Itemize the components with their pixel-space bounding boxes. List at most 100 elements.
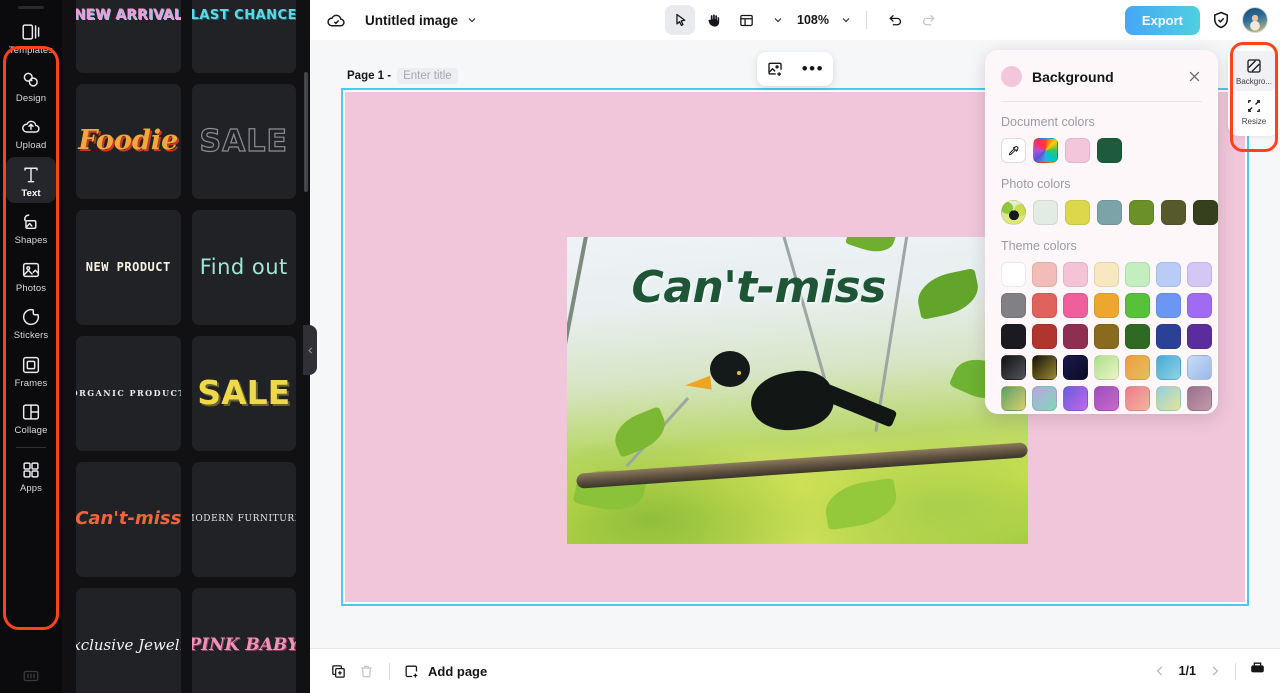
theme-swatch-12[interactable]: [1156, 293, 1181, 318]
theme-swatch-19[interactable]: [1156, 324, 1181, 349]
user-avatar[interactable]: [1242, 7, 1268, 33]
bird-photo-element[interactable]: Can't-miss: [567, 237, 1028, 544]
theme-swatch-0[interactable]: [1001, 262, 1026, 287]
theme-swatch-21[interactable]: [1001, 355, 1026, 380]
theme-swatch-22[interactable]: [1032, 355, 1057, 380]
theme-swatch-29[interactable]: [1032, 386, 1057, 411]
template-card[interactable]: Can't-miss: [76, 462, 181, 577]
doc-swatch-eyedropper[interactable]: [1001, 138, 1026, 163]
template-card[interactable]: ORGANIC PRODUCT: [76, 336, 181, 451]
sidebar-item-templates[interactable]: Templates: [6, 14, 56, 61]
panel-collapse-handle[interactable]: [303, 325, 317, 375]
theme-swatch-5[interactable]: [1156, 262, 1181, 287]
theme-swatch-30[interactable]: [1063, 386, 1088, 411]
theme-swatch-4[interactable]: [1125, 262, 1150, 287]
cloud-check-icon[interactable]: [326, 10, 347, 31]
redo-button[interactable]: [914, 5, 944, 35]
theme-swatch-14[interactable]: [1001, 324, 1026, 349]
page-title-input[interactable]: Enter title: [397, 68, 458, 84]
theme-swatch-20[interactable]: [1187, 324, 1212, 349]
chevron-right-icon[interactable]: [1208, 664, 1222, 678]
template-card[interactable]: LAST CHANCE: [191, 0, 296, 73]
duplicate-page-button[interactable]: [324, 657, 352, 685]
sidebar-item-text[interactable]: Text: [6, 156, 56, 203]
sidebar-item-frames[interactable]: Frames: [6, 347, 56, 394]
image-plus-icon[interactable]: [766, 60, 784, 78]
layout-tool-button[interactable]: [731, 5, 761, 35]
template-card[interactable]: Exclusive Jewelry: [76, 588, 181, 693]
sidebar-item-upload[interactable]: Upload: [6, 109, 56, 156]
theme-swatch-2[interactable]: [1063, 262, 1088, 287]
theme-swatch-15[interactable]: [1032, 324, 1057, 349]
template-card[interactable]: NEW PRODUCT: [76, 210, 181, 325]
template-card[interactable]: MODERN FURNITURE: [191, 462, 296, 577]
select-tool-button[interactable]: [665, 5, 695, 35]
photo-swatch-olive-green[interactable]: [1129, 200, 1154, 225]
theme-swatch-28[interactable]: [1001, 386, 1026, 411]
doc-swatch-pink[interactable]: [1065, 138, 1090, 163]
theme-swatch-11[interactable]: [1125, 293, 1150, 318]
export-button[interactable]: Export: [1124, 5, 1200, 35]
photo-swatch-deep-forest[interactable]: [1193, 200, 1218, 225]
zoom-level[interactable]: 108%: [797, 13, 829, 27]
theme-swatch-24[interactable]: [1094, 355, 1119, 380]
grid-icon[interactable]: [22, 667, 40, 685]
photo-swatch-slate-teal[interactable]: [1097, 200, 1122, 225]
doc-swatch-dark-green[interactable]: [1097, 138, 1122, 163]
theme-swatch-7[interactable]: [1001, 293, 1026, 318]
theme-swatch-26[interactable]: [1156, 355, 1181, 380]
theme-swatch-18[interactable]: [1125, 324, 1150, 349]
theme-swatch-1[interactable]: [1032, 262, 1057, 287]
sidebar-item-apps[interactable]: Apps: [6, 452, 56, 499]
template-scrollbar[interactable]: [304, 72, 308, 192]
theme-swatch-31[interactable]: [1094, 386, 1119, 411]
zoom-chevron-icon[interactable]: [840, 14, 852, 26]
theme-swatch-27[interactable]: [1187, 355, 1212, 380]
template-card[interactable]: SALE: [191, 84, 296, 199]
theme-swatch-3[interactable]: [1094, 262, 1119, 287]
template-card[interactable]: PINK BABY: [191, 588, 296, 693]
doc-swatch-color-wheel[interactable]: [1033, 138, 1058, 163]
sidebar-item-collage[interactable]: Collage: [6, 394, 56, 441]
photo-swatch-source-photo[interactable]: [1001, 200, 1026, 225]
template-card[interactable]: Foodie: [76, 84, 181, 199]
theme-swatch-34[interactable]: [1187, 386, 1212, 411]
template-card[interactable]: Find out: [191, 210, 296, 325]
template-card[interactable]: NEW ARRIVAL: [76, 0, 181, 73]
add-page-button[interactable]: Add page: [403, 663, 487, 680]
chevron-down-icon[interactable]: [466, 14, 478, 26]
layout-chevron-icon[interactable]: [772, 14, 784, 26]
template-card[interactable]: SALE: [191, 336, 296, 451]
theme-swatch-10[interactable]: [1094, 293, 1119, 318]
shield-check-icon[interactable]: [1211, 10, 1231, 30]
right-rail-item-resize[interactable]: Resize: [1231, 91, 1277, 131]
close-icon[interactable]: [1187, 69, 1202, 84]
theme-swatch-8[interactable]: [1032, 293, 1057, 318]
photo-swatch-dark-olive[interactable]: [1161, 200, 1186, 225]
sidebar-item-shapes[interactable]: Shapes: [6, 204, 56, 251]
sidebar-item-photos[interactable]: Photos: [6, 252, 56, 299]
canvas-headline-text[interactable]: Can't-miss: [632, 262, 992, 313]
right-rail-item-background[interactable]: Backgro...: [1231, 51, 1277, 91]
theme-swatch-33[interactable]: [1156, 386, 1181, 411]
theme-swatch-32[interactable]: [1125, 386, 1150, 411]
theme-swatch-25[interactable]: [1125, 355, 1150, 380]
document-title[interactable]: Untitled image: [365, 13, 458, 28]
delete-page-button[interactable]: [352, 657, 380, 685]
undo-button[interactable]: [881, 5, 911, 35]
theme-swatch-9[interactable]: [1063, 293, 1088, 318]
sidebar-item-stickers[interactable]: Stickers: [6, 299, 56, 346]
sidebar-item-design[interactable]: Design: [6, 62, 56, 109]
photo-swatch-pale-mint[interactable]: [1033, 200, 1058, 225]
theme-swatch-13[interactable]: [1187, 293, 1212, 318]
background-color-preview[interactable]: [1001, 66, 1022, 87]
theme-swatch-16[interactable]: [1063, 324, 1088, 349]
theme-swatch-23[interactable]: [1063, 355, 1088, 380]
theme-swatch-17[interactable]: [1094, 324, 1119, 349]
photo-swatch-yellow-green[interactable]: [1065, 200, 1090, 225]
hand-tool-button[interactable]: [698, 5, 728, 35]
theme-swatch-6[interactable]: [1187, 262, 1212, 287]
chevron-left-icon[interactable]: [1153, 664, 1167, 678]
more-options-button[interactable]: •••: [802, 60, 824, 77]
print-button[interactable]: [1249, 660, 1266, 682]
